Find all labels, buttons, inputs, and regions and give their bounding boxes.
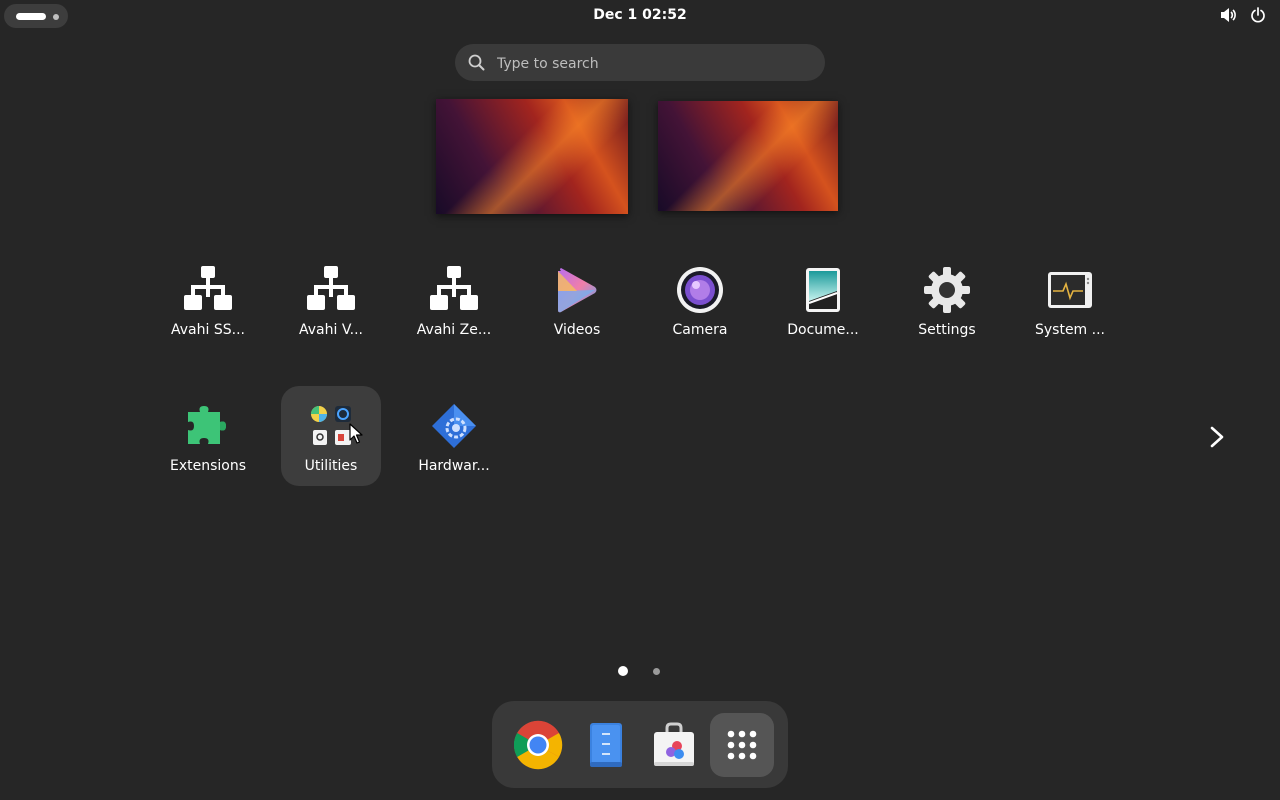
puzzle-icon xyxy=(182,400,234,452)
app-label: Extensions xyxy=(169,458,247,474)
power-icon[interactable] xyxy=(1250,7,1266,23)
search-bar[interactable] xyxy=(455,44,825,83)
workspace-thumbnail-2[interactable] xyxy=(658,101,838,211)
app-label: Avahi V... xyxy=(299,322,363,338)
dock xyxy=(492,701,788,788)
search-input[interactable] xyxy=(495,44,809,83)
chevron-right-icon[interactable] xyxy=(1206,425,1228,453)
dock-chrome[interactable] xyxy=(506,713,570,777)
app-videos[interactable]: Videos xyxy=(527,250,627,350)
workspace-thumbnail-1[interactable] xyxy=(436,99,628,214)
network-icon xyxy=(305,264,357,316)
system-monitor-icon xyxy=(1044,264,1096,316)
app-settings[interactable]: Settings xyxy=(897,250,997,350)
page-dot[interactable] xyxy=(653,668,660,675)
app-avahi-zeroconf[interactable]: Avahi Ze... xyxy=(404,250,504,350)
app-hardware[interactable]: Hardwar... xyxy=(404,386,504,486)
app-label: Avahi Ze... xyxy=(416,322,492,338)
camera-icon xyxy=(674,264,726,316)
gear-icon xyxy=(921,264,973,316)
app-label: Videos xyxy=(553,322,601,338)
videos-icon xyxy=(551,264,603,316)
network-icon xyxy=(182,264,234,316)
volume-icon[interactable] xyxy=(1220,7,1238,23)
app-extensions[interactable]: Extensions xyxy=(158,386,258,486)
hardware-icon xyxy=(428,400,480,452)
search-icon xyxy=(468,54,485,75)
app-grid-icon xyxy=(727,730,757,760)
app-avahi-ssh[interactable]: Avahi SS... xyxy=(158,250,258,350)
app-avahi-vnc[interactable]: Avahi V... xyxy=(281,250,381,350)
software-store-icon xyxy=(654,722,694,766)
dock-software[interactable] xyxy=(642,713,706,777)
app-label: Camera xyxy=(672,322,728,338)
app-label: Avahi SS... xyxy=(171,322,245,338)
folder-utilities[interactable]: Utilities xyxy=(281,386,381,486)
text-editor-icon xyxy=(590,723,622,767)
app-system-monitor[interactable]: System ... xyxy=(1020,250,1120,350)
dock-text-editor[interactable] xyxy=(574,713,638,777)
app-document-scanner[interactable]: Docume... xyxy=(773,250,873,350)
chrome-icon xyxy=(513,720,563,770)
page-dot-active[interactable] xyxy=(618,666,628,676)
mouse-cursor-icon xyxy=(349,423,363,449)
top-bar: Dec 1 02:52 xyxy=(0,0,1280,32)
clock[interactable]: Dec 1 02:52 xyxy=(0,7,1280,23)
network-icon xyxy=(428,264,480,316)
app-label: Docume... xyxy=(787,322,859,338)
app-label: Hardwar... xyxy=(418,458,490,474)
system-tray[interactable] xyxy=(1220,7,1266,23)
app-camera[interactable]: Camera xyxy=(650,250,750,350)
app-label: Settings xyxy=(918,322,976,338)
app-label: System ... xyxy=(1034,322,1105,338)
app-label: Utilities xyxy=(304,458,358,474)
document-scanner-icon xyxy=(797,264,849,316)
dock-show-apps[interactable] xyxy=(710,713,774,777)
